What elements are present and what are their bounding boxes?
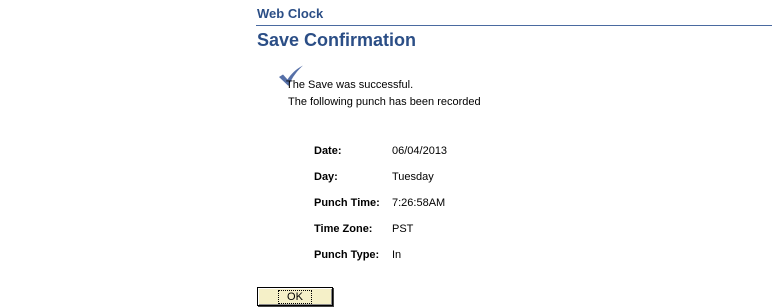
recorded-message: The following punch has been recorded bbox=[288, 96, 481, 108]
time-zone-value: PST bbox=[392, 223, 414, 235]
ok-button[interactable]: OK bbox=[257, 287, 333, 306]
punch-type-label: Punch Type: bbox=[314, 249, 380, 261]
success-message: The Save was successful. bbox=[286, 79, 414, 91]
page-title: Save Confirmation bbox=[257, 30, 417, 50]
day-label: Day: bbox=[314, 171, 338, 183]
time-zone-label: Time Zone: bbox=[314, 223, 373, 235]
detail-row-day: Day: Tuesday bbox=[314, 170, 447, 196]
punch-time-value: 7:26:58AM bbox=[392, 197, 446, 209]
ok-button-label: OK bbox=[278, 289, 312, 304]
detail-row-punch-type: Punch Type: In bbox=[314, 248, 447, 274]
date-value: 06/04/2013 bbox=[392, 145, 448, 157]
date-label: Date: bbox=[314, 145, 342, 157]
punch-time-label: Punch Time: bbox=[314, 197, 380, 209]
app-header: Web Clock bbox=[256, 6, 772, 26]
detail-row-time-zone: Time Zone: PST bbox=[314, 222, 447, 248]
app-title: Web Clock bbox=[257, 6, 324, 21]
detail-row-date: Date: 06/04/2013 bbox=[314, 144, 447, 170]
punch-details-table: Date: 06/04/2013 Day: Tuesday Punch Time… bbox=[314, 144, 447, 274]
day-value: Tuesday bbox=[392, 171, 434, 183]
detail-row-punch-time: Punch Time: 7:26:58AM bbox=[314, 196, 447, 222]
punch-type-value: In bbox=[392, 249, 402, 261]
header-divider bbox=[256, 25, 772, 26]
